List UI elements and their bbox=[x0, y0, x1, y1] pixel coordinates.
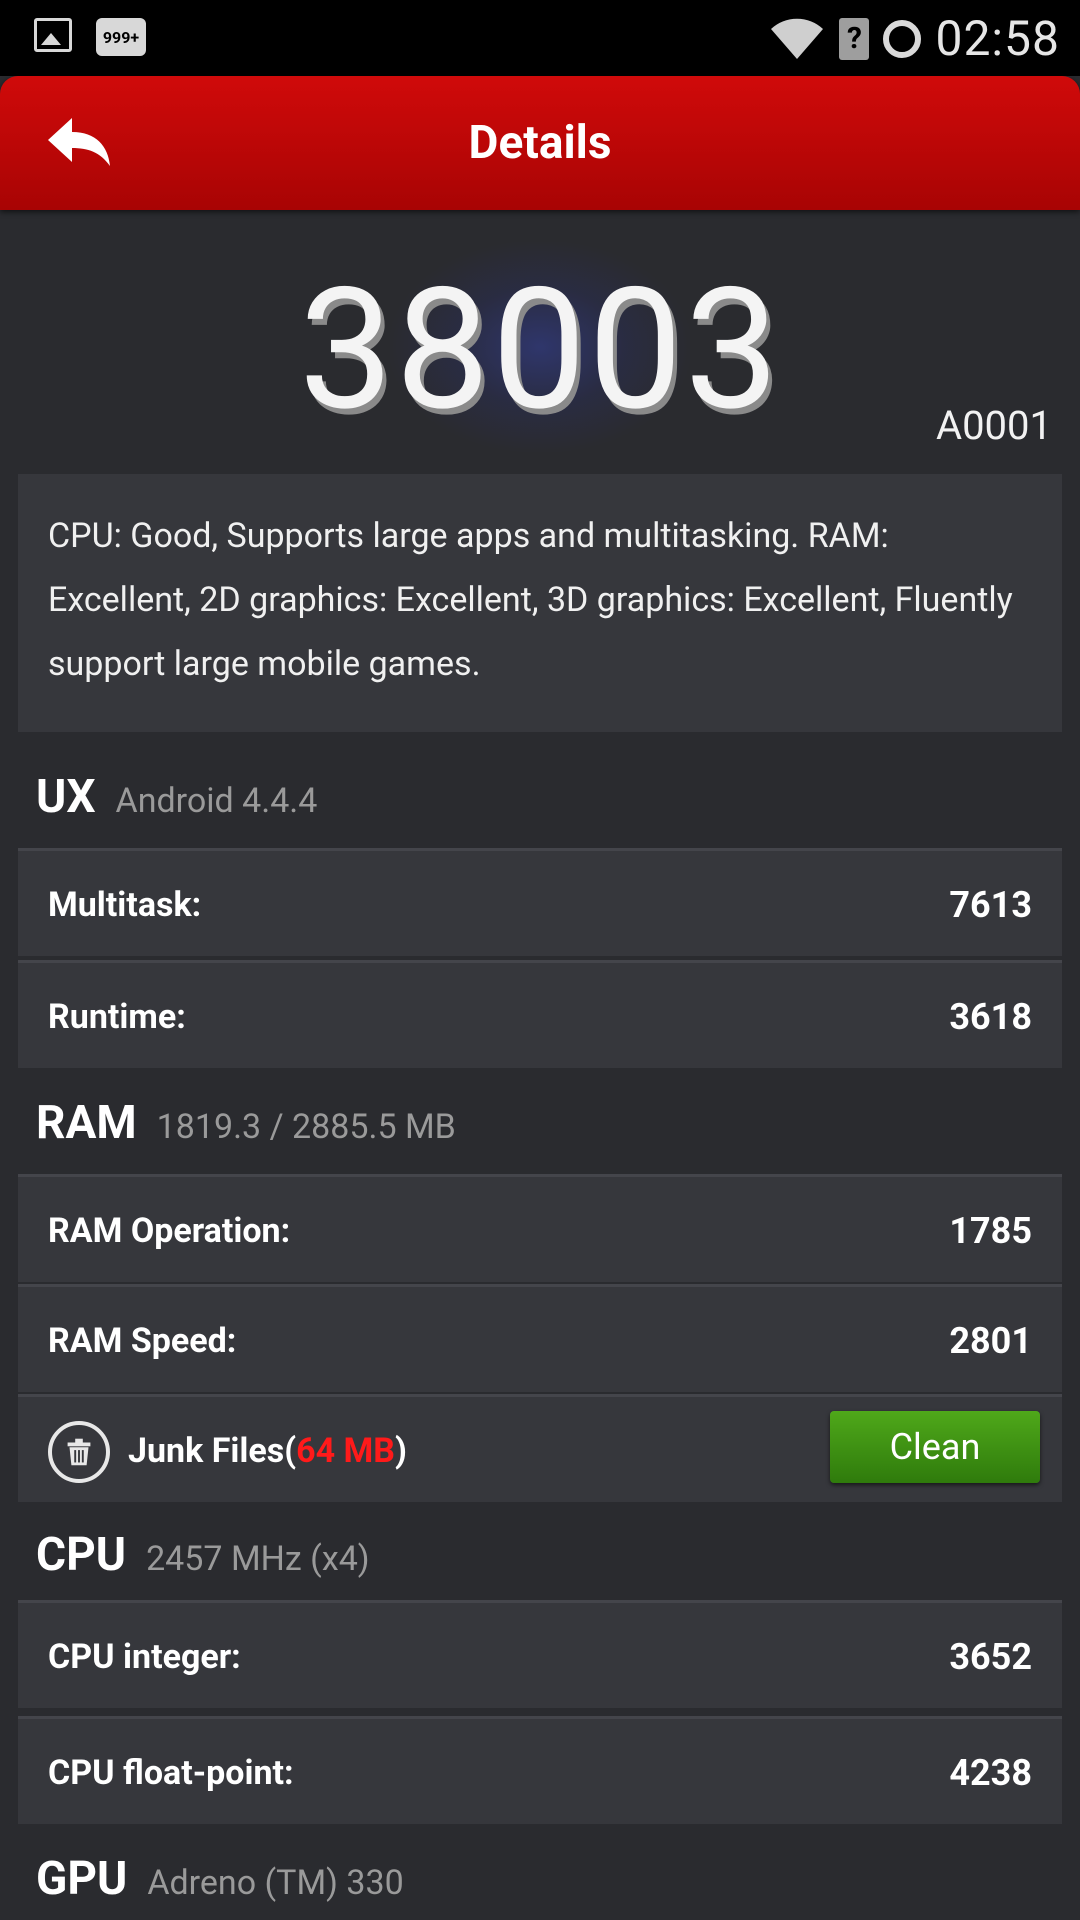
section-title-label: CPU bbox=[36, 1528, 127, 1582]
section-subtitle: 1819.3 / 2885.5 MB bbox=[156, 1107, 456, 1147]
trash-icon bbox=[48, 1421, 110, 1483]
junk-label-suffix: ) bbox=[395, 1431, 407, 1471]
section-subtitle: Adreno (TM) 330 bbox=[147, 1863, 404, 1903]
section-ram-title: RAM 1819.3 / 2885.5 MB bbox=[36, 1096, 456, 1150]
score-row-multitask: Multitask: 7613 bbox=[18, 848, 1062, 956]
page-title: Details bbox=[468, 116, 612, 170]
row-value: 4238 bbox=[949, 1752, 1032, 1794]
section-title-label: RAM bbox=[36, 1096, 137, 1150]
section-title-label: UX bbox=[36, 770, 96, 824]
status-clock: 02:58 bbox=[935, 10, 1060, 67]
row-label: Multitask: bbox=[48, 885, 202, 925]
row-label: CPU float-point: bbox=[48, 1753, 294, 1793]
score-row-ram-speed: RAM Speed: 2801 bbox=[18, 1284, 1062, 1392]
score-row-cpu-float: CPU float-point: 4238 bbox=[18, 1716, 1062, 1824]
row-value: 1785 bbox=[949, 1210, 1032, 1252]
app-header: Details bbox=[0, 76, 1080, 210]
section-cpu-title: CPU 2457 MHz (x4) bbox=[36, 1528, 370, 1582]
image-notification-icon bbox=[34, 18, 72, 52]
junk-files-row: Junk Files(64 MB) Clean bbox=[18, 1394, 1062, 1502]
device-model: A0001 bbox=[935, 402, 1052, 449]
score-area: 38003 A0001 bbox=[0, 232, 1080, 452]
score-row-ram-operation: RAM Operation: 1785 bbox=[18, 1174, 1062, 1282]
section-gpu-title: GPU Adreno (TM) 330 bbox=[36, 1852, 404, 1906]
no-sim-icon: ? bbox=[839, 17, 870, 60]
clean-button[interactable]: Clean bbox=[830, 1411, 1040, 1483]
row-label: RAM Operation: bbox=[48, 1211, 291, 1251]
junk-size: 64 MB bbox=[296, 1431, 396, 1471]
row-value: 2801 bbox=[949, 1320, 1032, 1362]
section-ux-title: UX Android 4.4.4 bbox=[36, 770, 317, 824]
notification-count-badge: 999+ bbox=[96, 18, 146, 56]
score-row-cpu-integer: CPU integer: 3652 bbox=[18, 1600, 1062, 1708]
wifi-icon bbox=[769, 17, 825, 61]
row-label: Runtime: bbox=[48, 997, 186, 1037]
section-subtitle: Android 4.4.4 bbox=[115, 781, 318, 821]
junk-label-prefix: Junk Files( bbox=[128, 1431, 297, 1471]
total-score: 38003 bbox=[298, 252, 782, 449]
row-value: 7613 bbox=[949, 884, 1032, 926]
section-title-label: GPU bbox=[36, 1852, 128, 1906]
score-row-runtime: Runtime: 3618 bbox=[18, 960, 1062, 1068]
row-label: RAM Speed: bbox=[48, 1321, 237, 1361]
row-label: CPU integer: bbox=[48, 1637, 241, 1677]
junk-files-label: Junk Files(64 MB) bbox=[128, 1397, 407, 1505]
status-bar: 999+ ? 02:58 bbox=[0, 0, 1080, 76]
row-value: 3652 bbox=[949, 1636, 1032, 1678]
score-description: CPU: Good, Supports large apps and multi… bbox=[18, 474, 1062, 732]
sync-ring-icon bbox=[883, 19, 922, 58]
section-subtitle: 2457 MHz (x4) bbox=[146, 1539, 370, 1579]
row-value: 3618 bbox=[949, 996, 1032, 1038]
